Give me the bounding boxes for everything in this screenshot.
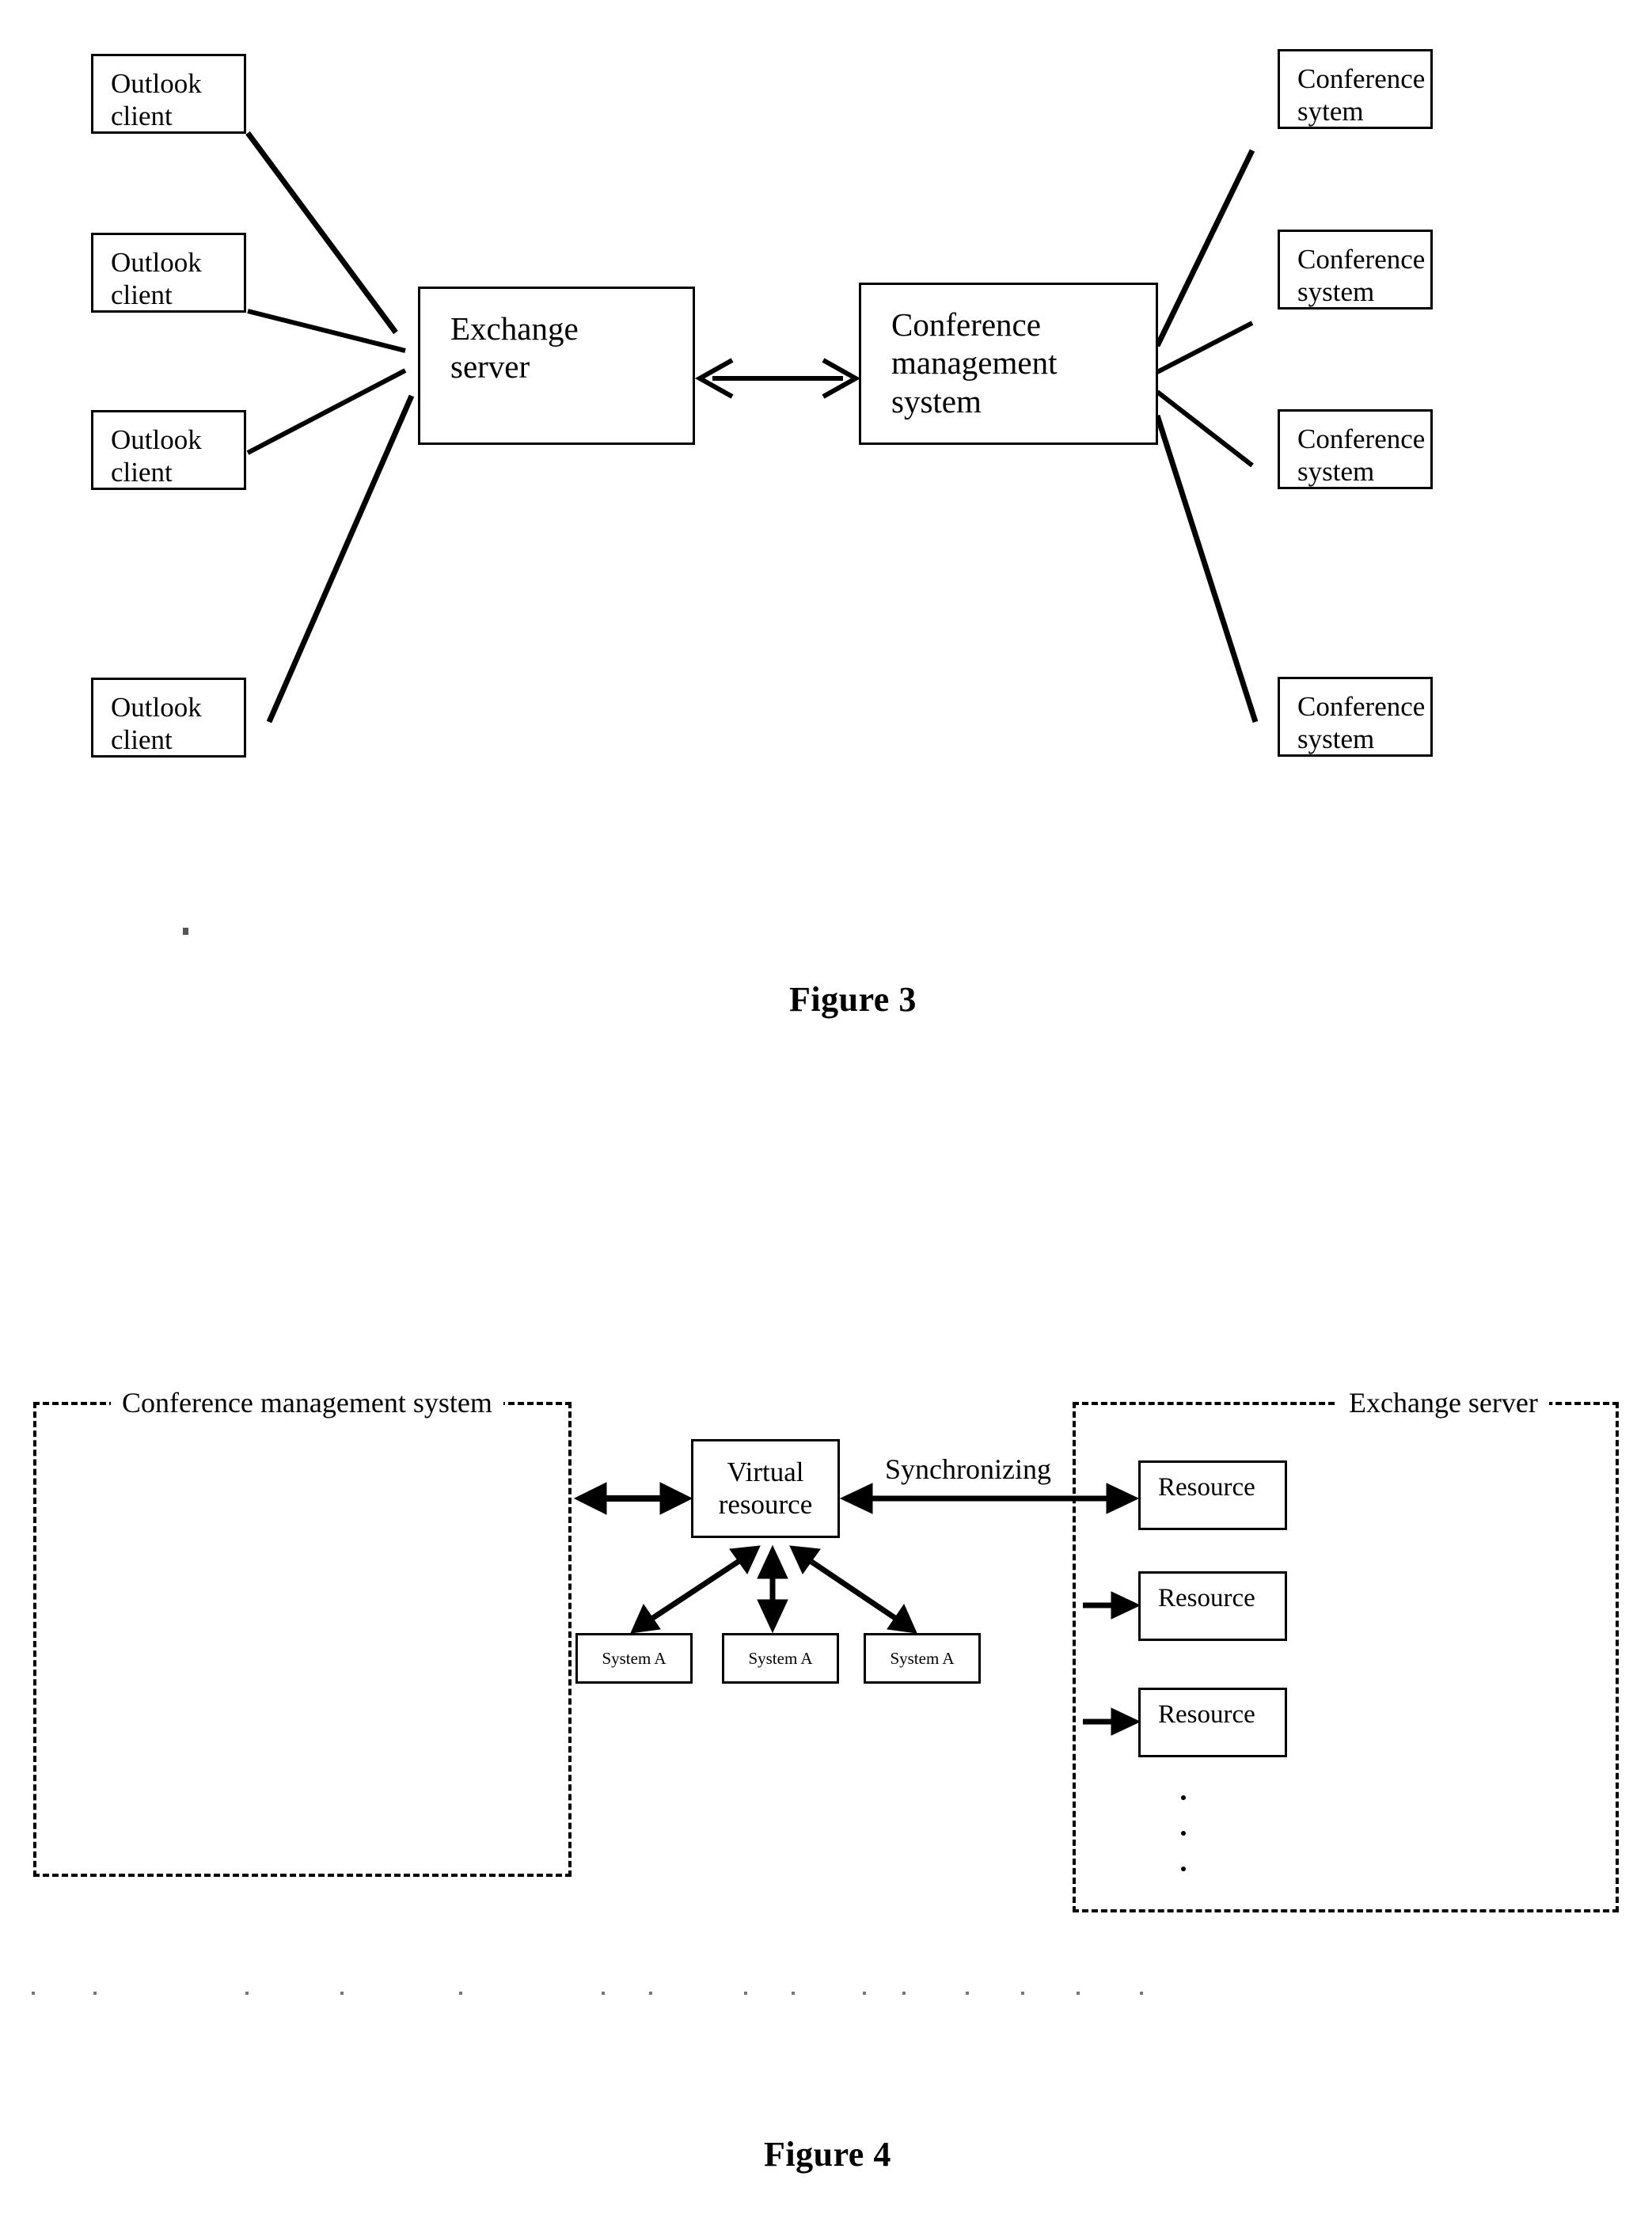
figure-3-caption: Figure 3	[789, 980, 917, 1019]
conference-system-node-3[interactable]: Conference system	[1278, 409, 1433, 489]
exchange-server-node[interactable]: Exchange server	[418, 287, 695, 445]
resource-node-2[interactable]: Resource	[1138, 1571, 1287, 1641]
ellipsis-dot	[1181, 1831, 1186, 1836]
scan-speck	[183, 928, 188, 935]
outlook-client-node-2[interactable]: Outlook client	[91, 233, 246, 313]
resource-label-2: Resource	[1158, 1584, 1255, 1612]
conference-system-node-1[interactable]: Conference sytem	[1278, 49, 1433, 129]
ellipsis-dot	[1181, 1867, 1186, 1871]
conference-management-system-node[interactable]: Conference management system	[859, 283, 1158, 445]
resource-label-1: Resource	[1158, 1473, 1255, 1502]
virtual-resource-label: Virtual resource	[718, 1457, 813, 1521]
system-a-node-3[interactable]: System A	[864, 1633, 981, 1684]
outlook-client-label-1: Outlook client	[111, 68, 202, 132]
outlook-client-node-3[interactable]: Outlook client	[91, 410, 246, 490]
resource-node-3[interactable]: Resource	[1138, 1688, 1287, 1757]
system-a-label-2: System A	[748, 1648, 813, 1668]
conference-management-system-region-label: Conference management system	[111, 1388, 503, 1417]
system-a-label-1: System A	[602, 1648, 666, 1668]
conference-system-label-1: Conference sytem	[1297, 63, 1426, 127]
resource-continuation-ellipsis	[1181, 1795, 1186, 1871]
scan-speckle-row	[32, 1992, 1156, 1995]
conference-management-system-region	[33, 1402, 572, 1877]
outlook-client-label-2: Outlook client	[111, 247, 202, 311]
conference-system-label-4: Conference system	[1297, 691, 1426, 755]
outlook-client-label-4: Outlook client	[111, 692, 202, 756]
resource-label-3: Resource	[1158, 1700, 1255, 1729]
system-a-node-1[interactable]: System A	[575, 1633, 693, 1684]
system-a-node-2[interactable]: System A	[722, 1633, 839, 1684]
exchange-server-label: Exchange server	[450, 310, 579, 385]
system-a-label-3: System A	[890, 1648, 955, 1668]
figure-4-caption: Figure 4	[764, 2135, 891, 2174]
conference-system-node-4[interactable]: Conference system	[1278, 677, 1433, 757]
resource-node-1[interactable]: Resource	[1138, 1460, 1287, 1530]
patent-figure-page: Outlook client Outlook client Outlook cl…	[0, 0, 1652, 2218]
outlook-client-label-3: Outlook client	[111, 424, 202, 488]
outlook-client-node-4[interactable]: Outlook client	[91, 678, 246, 758]
conference-system-label-3: Conference system	[1297, 423, 1426, 488]
ellipsis-dot	[1181, 1795, 1186, 1800]
conference-management-system-label: Conference management system	[891, 306, 1058, 420]
conference-system-label-2: Conference system	[1297, 244, 1426, 308]
virtual-resource-node[interactable]: Virtual resource	[691, 1439, 840, 1538]
synchronizing-label: Synchronizing	[885, 1453, 1051, 1485]
exchange-server-region-label: Exchange server	[1338, 1388, 1549, 1417]
conference-system-node-2[interactable]: Conference system	[1278, 230, 1433, 310]
outlook-client-node-1[interactable]: Outlook client	[91, 54, 246, 134]
